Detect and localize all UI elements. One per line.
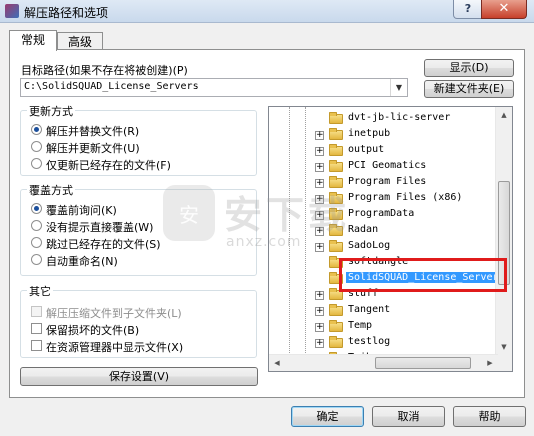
tree-item-label: Radan <box>348 224 379 235</box>
tree-horizontal-scrollbar[interactable]: ◀ ▶ <box>269 354 498 371</box>
winrar-app-icon <box>5 4 19 18</box>
tree-item-label: SadoLog <box>348 240 391 251</box>
update-mode-group: 更新方式 解压并替换文件(R) 解压并更新文件(U) 仅更新已经存在的文件(F) <box>20 103 257 176</box>
scroll-up-icon[interactable]: ▲ <box>496 107 512 123</box>
radio[interactable] <box>31 220 42 231</box>
misc-group: 其它 解压压缩文件到子文件夹(L) 保留损坏的文件(B) 在资源管理器中显示文件… <box>20 283 257 358</box>
update-mode-title: 更新方式 <box>27 103 75 119</box>
horizontal-scroll-thumb[interactable] <box>375 357 471 369</box>
tree-item-label: dvt-jb-lic-server <box>348 112 451 123</box>
checkbox-disabled <box>31 306 42 317</box>
help-titlebar-button[interactable]: ? <box>453 0 483 19</box>
misc-title: 其它 <box>27 283 53 299</box>
expand-icon[interactable]: + <box>315 131 324 140</box>
tree-item[interactable]: + output <box>269 143 498 159</box>
tree-item[interactable]: + inetpub <box>269 127 498 143</box>
expand-icon[interactable]: + <box>315 307 324 316</box>
expand-icon[interactable]: + <box>315 339 324 348</box>
radio[interactable] <box>31 141 42 152</box>
expand-icon[interactable]: + <box>315 291 324 300</box>
expand-icon[interactable]: + <box>315 147 324 156</box>
watermark-logo-icon: 安 <box>163 185 215 241</box>
expand-icon[interactable]: + <box>315 323 324 332</box>
overwrite-mode-title: 覆盖方式 <box>27 182 75 198</box>
scrollbar-corner <box>496 355 512 371</box>
expand-icon[interactable]: + <box>315 243 324 252</box>
window-title: 解压路径和选项 <box>24 6 109 20</box>
tree-item-label: output <box>348 144 385 155</box>
checkbox[interactable] <box>31 340 42 351</box>
tree-item-label: Tangent <box>348 304 391 315</box>
watermark-text: 安下载 <box>224 193 351 237</box>
tree-vertical-scrollbar[interactable]: ▲ ▼ <box>495 107 512 355</box>
close-icon[interactable]: ✕ <box>481 0 527 19</box>
tree-item[interactable]: + SadoLog <box>269 239 498 255</box>
radio-selected[interactable] <box>31 203 42 214</box>
folder-icon <box>329 320 343 332</box>
radio-selected[interactable] <box>31 124 42 135</box>
tree-item-label: inetpub <box>348 128 391 139</box>
scroll-left-icon[interactable]: ◀ <box>269 355 285 371</box>
scroll-down-icon[interactable]: ▼ <box>496 339 512 355</box>
tree-item-label: Temp <box>348 320 373 331</box>
folder-icon <box>329 160 343 172</box>
tree-item[interactable]: + PCI Geomatics <box>269 159 498 175</box>
tree-item-label: PCI Geomatics <box>348 160 427 171</box>
folder-icon <box>329 240 343 252</box>
ok-button[interactable]: 确定 <box>291 406 364 427</box>
tree-item-label: Program Files <box>348 176 427 187</box>
radio[interactable] <box>31 237 42 248</box>
folder-icon <box>329 336 343 348</box>
target-path-value: C:\SolidSQUAD_License_Servers <box>24 81 199 92</box>
chevron-down-icon[interactable]: ▼ <box>390 79 407 96</box>
folder-tree[interactable]: dvt-jb-lic-server + inetpub + output + PCI Geo… <box>268 106 513 372</box>
folder-icon <box>329 304 343 316</box>
watermark-url: anxz.com <box>226 234 302 250</box>
overwrite-mode-group: 覆盖方式 覆盖前询问(K) 没有提示直接覆盖(W) 跳过已经存在的文件(S) 自… <box>20 182 257 276</box>
save-settings-button[interactable]: 保存设置(V) <box>20 367 258 386</box>
folder-icon <box>329 128 343 140</box>
cancel-button[interactable]: 取消 <box>372 406 445 427</box>
tree-item[interactable]: + testlog <box>269 335 498 351</box>
tree-item[interactable]: dvt-jb-lic-server <box>269 111 498 127</box>
tree-item[interactable]: + Temp <box>269 319 498 335</box>
help-button[interactable]: 帮助 <box>453 406 526 427</box>
checkbox[interactable] <box>31 323 42 334</box>
folder-icon <box>329 144 343 156</box>
new-folder-button[interactable]: 新建文件夹(E) <box>424 80 514 98</box>
target-path-label: 目标路径(如果不存在将被创建)(P) <box>21 64 188 77</box>
tree-item-label: ProgramData <box>348 208 415 219</box>
radio[interactable] <box>31 254 42 265</box>
target-path-combobox[interactable]: C:\SolidSQUAD_License_Servers ▼ <box>20 78 408 97</box>
tree-item[interactable]: + Tangent <box>269 303 498 319</box>
tab-general[interactable]: 常规 <box>9 30 57 51</box>
show-button[interactable]: 显示(D) <box>424 59 514 77</box>
expand-icon[interactable]: + <box>315 163 324 172</box>
highlight-annotation-box <box>339 258 507 292</box>
tree-item-label: testlog <box>348 336 391 347</box>
tree-item-label: Program Files (x86) <box>348 192 463 203</box>
radio[interactable] <box>31 158 42 169</box>
folder-icon <box>329 112 343 124</box>
